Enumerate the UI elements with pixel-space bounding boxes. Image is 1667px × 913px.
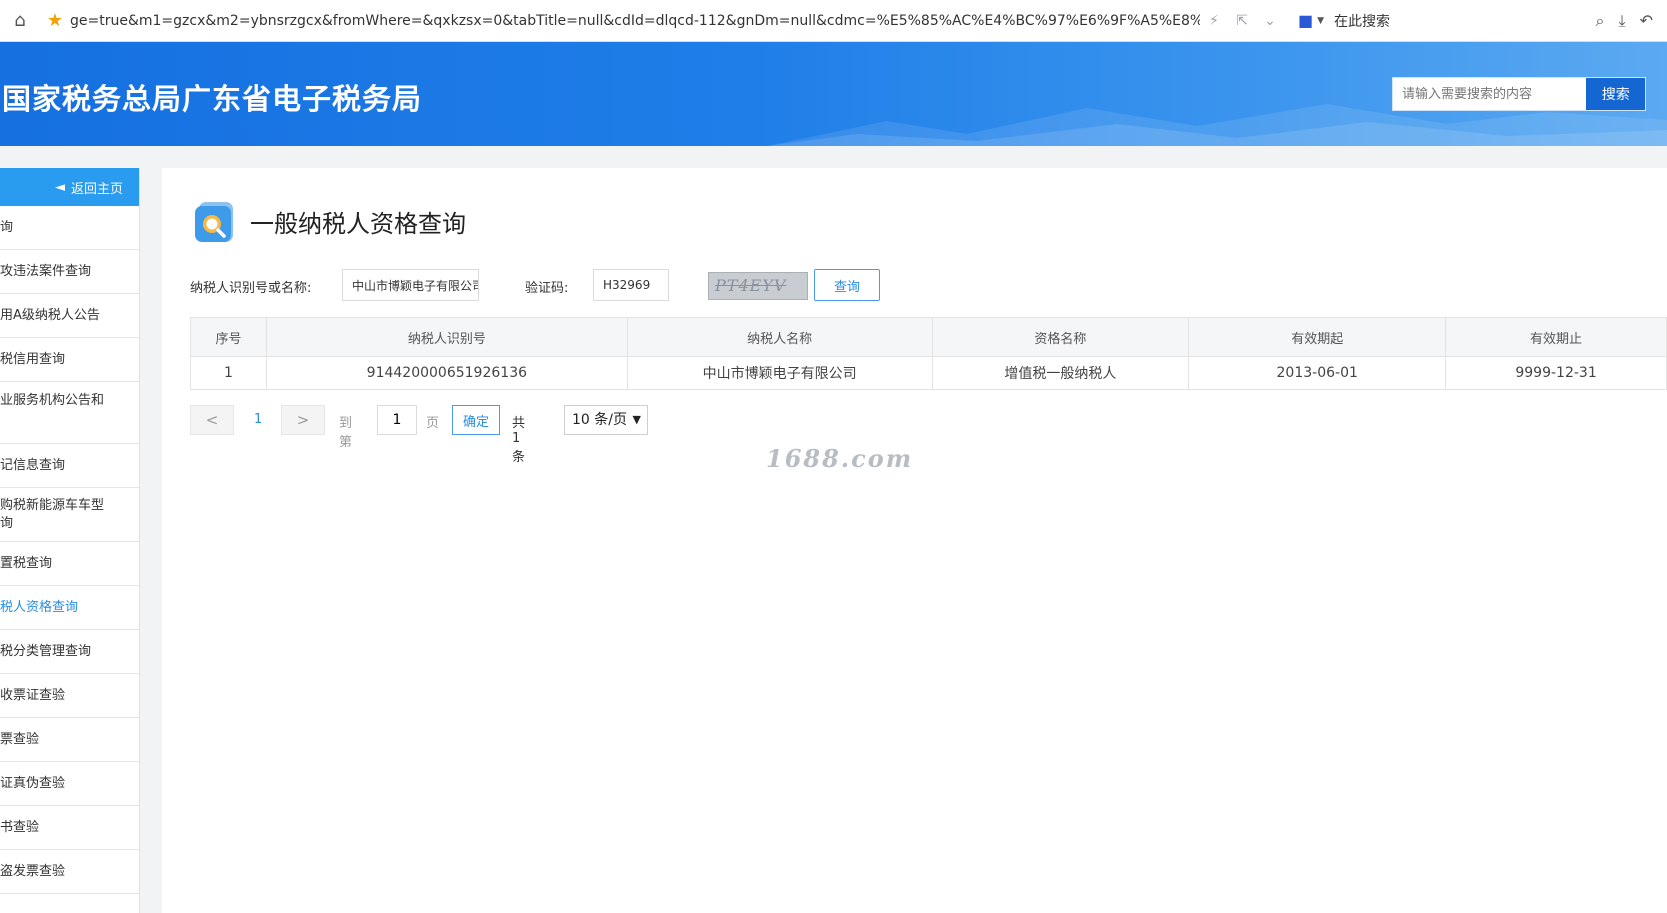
table-cell: 914420000651926136 [265,356,628,390]
back-arrow-icon: ◄ [54,179,65,195]
chevron-down-icon[interactable]: ⌄ [1256,13,1284,29]
chevron-down-icon: ▼ [632,413,641,426]
table-cell: 增值税一般纳税人 [931,356,1190,390]
page-unit-label: 页 [426,416,440,431]
share-icon[interactable]: ⇱ [1228,13,1256,29]
home-icon[interactable]: ⌂ [0,10,40,31]
sidebar-item[interactable]: 书查验 [0,806,139,850]
column-header: 有效期起 [1188,317,1447,357]
sidebar-item[interactable]: 盗发票查验 [0,850,139,894]
column-header: 资格名称 [931,317,1190,357]
captcha-label: 验证码: [525,281,569,296]
back-home-label: 返回主页 [70,181,123,197]
page-number[interactable]: 1 [254,412,262,427]
goto-confirm-button[interactable]: 确定 [452,405,500,435]
watermark: 1688.com [766,444,914,473]
prev-page-button[interactable]: < [190,405,234,435]
page-size-select[interactable]: 10 条/页 ▼ [564,405,648,435]
sidebar-item[interactable]: 攻违法案件查询 [0,250,139,294]
sidebar-item[interactable]: 证真伪查验 [0,762,139,806]
taxpayer-label: 纳税人识别号或名称: [190,281,312,296]
sidebar-item[interactable]: 业服务机构公告和 [0,382,139,444]
table-row: 1 914420000651926136 中山市博颖电子有限公司 增值税一般纳税… [190,356,1667,390]
table-cell: 中山市博颖电子有限公司 [626,356,933,390]
search-icon[interactable]: ⌕ [1596,11,1605,31]
lightning-icon[interactable]: ⚡ [1200,13,1228,29]
header-search-input[interactable] [1393,78,1587,110]
column-header: 序号 [190,317,267,357]
column-header: 有效期止 [1445,317,1667,357]
column-header: 纳税人名称 [626,317,933,357]
table-header-row: 序号 纳税人识别号 纳税人名称 资格名称 有效期起 有效期止 [190,317,1667,357]
sidebar-item[interactable]: 置税查询 [0,542,139,586]
baidu-paw-icon: ■ [1298,11,1314,30]
captcha-input[interactable] [593,269,669,301]
sidebar-item[interactable]: 询 [0,206,139,250]
table-cell: 9999-12-31 [1445,356,1667,390]
browser-toolbar: ⌂ ★ ge=true&m1=gzcx&m2=ybnsrzgcx&fromWhe… [0,0,1667,42]
result-table: 序号 纳税人识别号 纳税人名称 资格名称 有效期起 有效期止 1 9144200… [190,317,1667,390]
page-title: 一般纳税人资格查询 [250,210,466,238]
search-doc-icon [195,202,233,242]
taxpayer-input[interactable] [342,269,479,301]
query-form: 纳税人识别号或名称: 验证码: PT4EYV 查询 [190,269,890,301]
query-button[interactable]: 查询 [814,269,880,301]
search-engine-box[interactable]: ■ ▼ 在此搜索 [1298,11,1508,31]
goto-label: 到第 [339,416,353,450]
captcha-image[interactable]: PT4EYV [708,272,808,300]
header-search-button[interactable]: 搜索 [1586,78,1645,110]
sidebar-item[interactable]: 购税新能源车车型 询 [0,488,139,542]
sidebar-item-active[interactable]: 税人资格查询 [0,586,139,630]
sidebar-item[interactable]: 票查验 [0,718,139,762]
column-header: 纳税人识别号 [265,317,628,357]
table-cell: 2013-06-01 [1188,356,1447,390]
total-count: 共 1 条 [512,416,526,465]
main-panel: 一般纳税人资格查询 纳税人识别号或名称: 验证码: PT4EYV 查询 序号 纳… [162,168,1667,913]
site-title: 国家税务总局广东省电子税务局 [2,82,423,116]
undo-icon[interactable]: ↶ [1640,11,1653,31]
download-icon[interactable]: ⤓ [1619,11,1626,31]
sidebar-item[interactable]: 税信用查询 [0,338,139,382]
next-page-button[interactable]: > [281,405,325,435]
sidebar-item[interactable]: 税分类管理查询 [0,630,139,674]
dropdown-triangle-icon[interactable]: ▼ [1317,16,1324,26]
sidebar-item[interactable]: 记信息查询 [0,444,139,488]
site-header: 国家税务总局广东省电子税务局 搜索 [0,42,1667,146]
sidebar: ◄ 返回主页 询 攻违法案件查询 用A级纳税人公告 税信用查询 业服务机构公告和… [0,168,140,913]
address-bar[interactable]: ge=true&m1=gzcx&m2=ybnsrzgcx&fromWhere=&… [70,13,1200,29]
sidebar-item[interactable]: 收票证查验 [0,674,139,718]
goto-page-input[interactable] [377,405,417,435]
table-cell: 1 [190,356,267,390]
sidebar-item[interactable]: 用A级纳税人公告 [0,294,139,338]
browser-right-tools: ⌕ ⤓ ↶ [1596,11,1667,31]
header-search: 搜索 [1392,77,1646,111]
star-icon[interactable]: ★ [40,10,70,31]
search-engine-label: 在此搜索 [1334,13,1391,30]
back-home-button[interactable]: ◄ 返回主页 [0,168,139,206]
page-size-value: 10 条/页 [572,412,627,428]
